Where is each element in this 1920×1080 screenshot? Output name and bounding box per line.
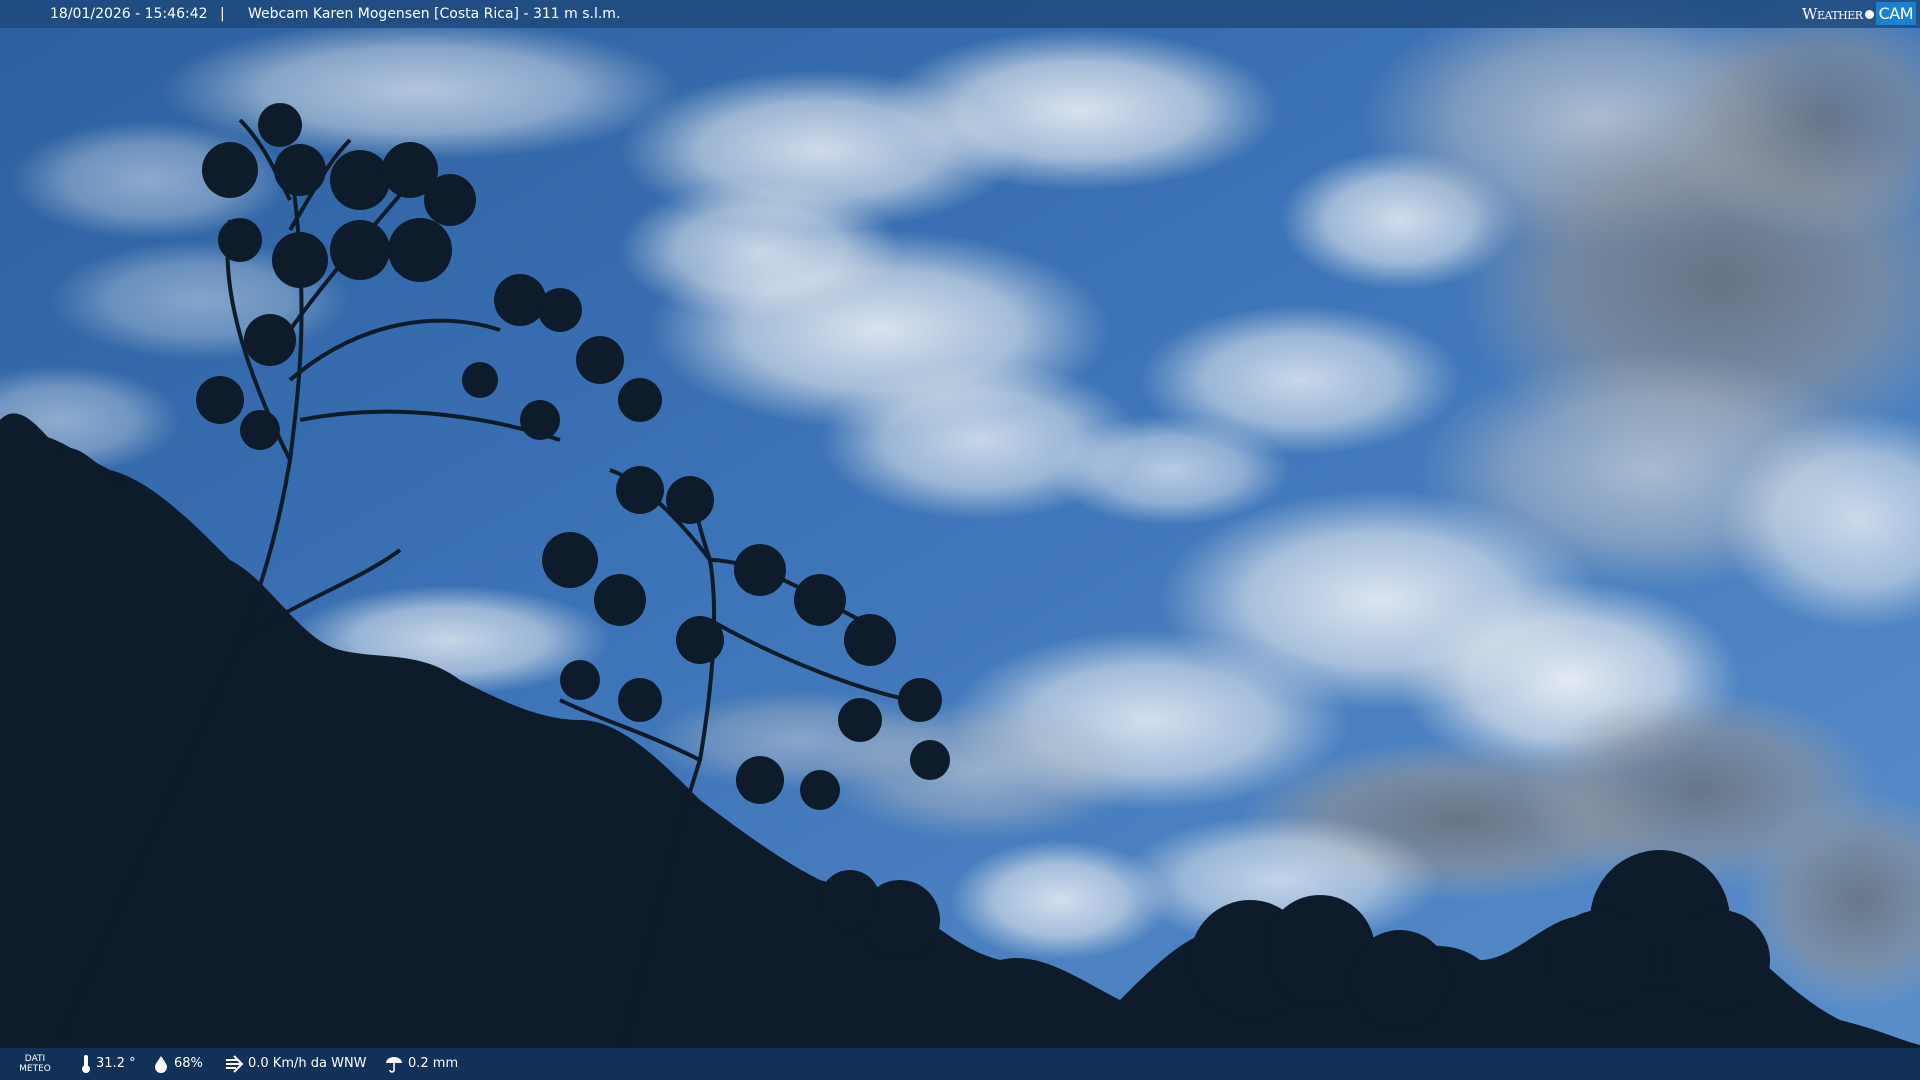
wind-reading: 0.0 Km/h da WNW [224, 1048, 367, 1080]
logo-cam-text: CAM [1875, 2, 1916, 25]
temperature-value: 31.2 ° [96, 1056, 136, 1071]
timestamp: 18/01/2026 - 15:46:42 [50, 6, 208, 22]
header-bar: 18/01/2026 - 15:46:42 | Webcam Karen Mog… [0, 0, 1920, 28]
thermometer-icon [82, 1054, 90, 1073]
logo-dot-icon [1864, 10, 1874, 19]
rain-icon [386, 1056, 402, 1073]
humidity-icon [155, 1055, 167, 1073]
wind-icon [226, 1054, 244, 1073]
weather-data-bar: DATI METEO 31.2 ° 68% 0.0 Km/h da WNW 0.… [0, 1048, 1920, 1080]
dati-meteo-label: DATI METEO [18, 1054, 52, 1074]
meteo-label: METEO [19, 1064, 51, 1074]
humidity-value: 68% [174, 1056, 203, 1071]
temperature-reading: 31.2 ° [80, 1048, 136, 1080]
weathercam-logo: Weather CAM [1802, 0, 1916, 28]
dati-label: DATI [24, 1054, 46, 1064]
rain-reading: 0.2 mm [384, 1048, 458, 1080]
webcam-title: Webcam Karen Mogensen [Costa Rica] - 311… [248, 6, 621, 22]
logo-weather-text: Weather [1802, 5, 1863, 23]
rain-value: 0.2 mm [408, 1056, 459, 1071]
webcam-scene [0, 0, 1920, 1080]
humidity-reading: 68% [152, 1048, 203, 1080]
header-separator: | [220, 6, 225, 22]
wind-value: 0.0 Km/h da WNW [248, 1056, 367, 1071]
webcam-frame: 18/01/2026 - 15:46:42 | Webcam Karen Mog… [0, 0, 1920, 1080]
